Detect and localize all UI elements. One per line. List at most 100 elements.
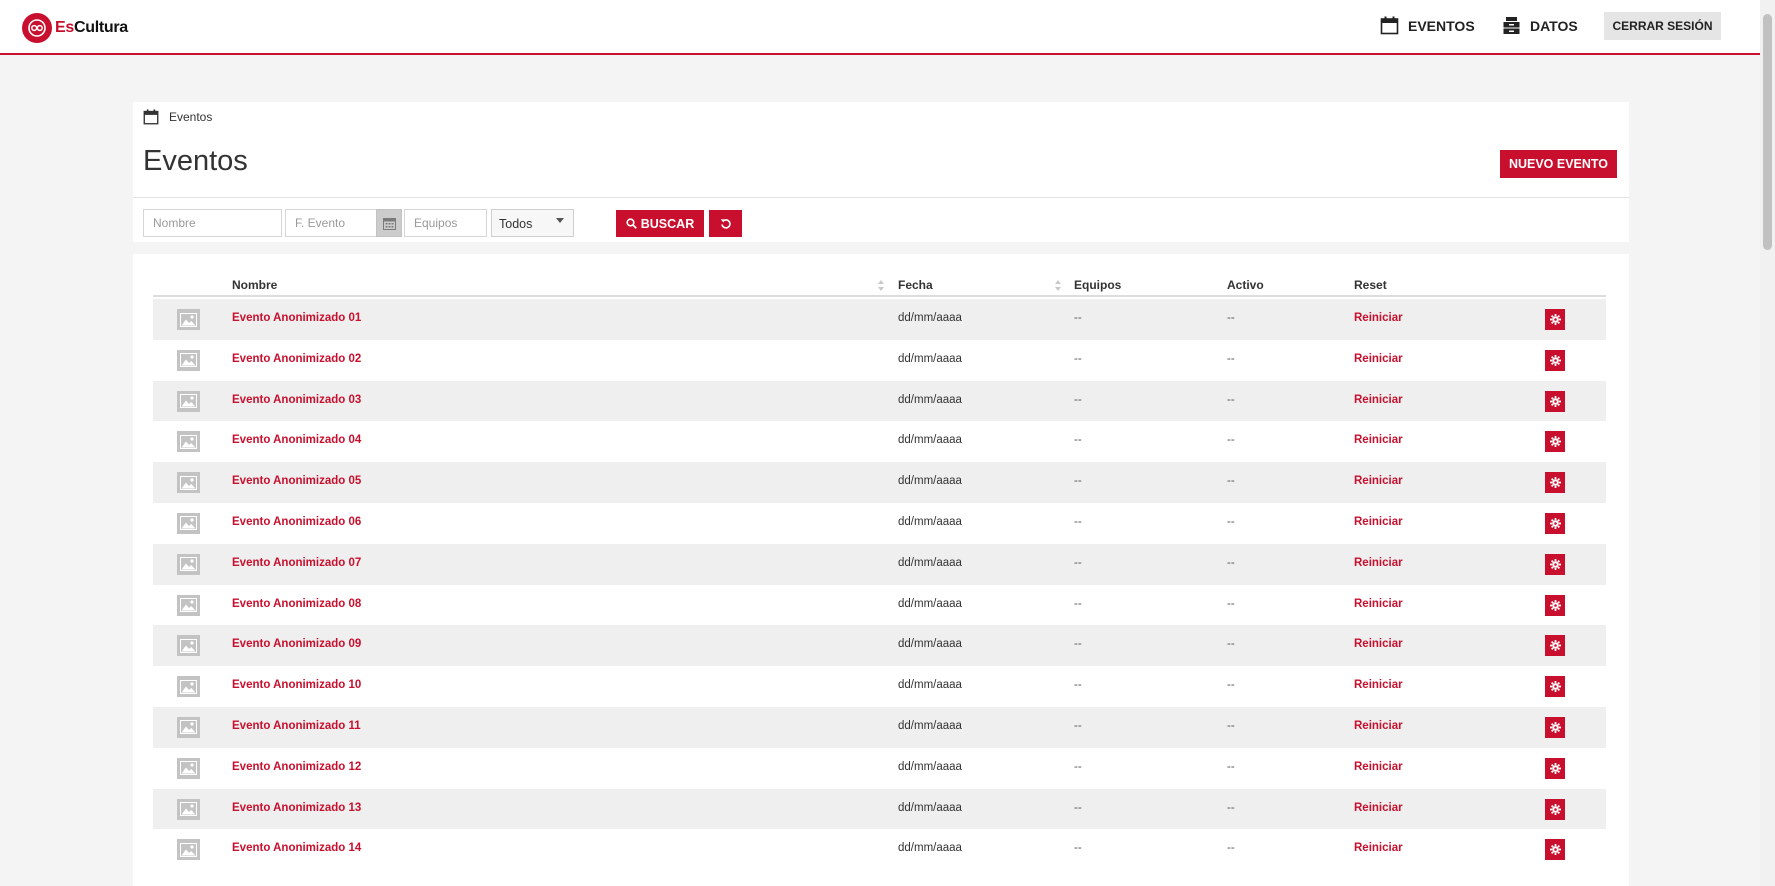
- status-select-value: Todos: [499, 217, 533, 231]
- page-scrollbar[interactable]: [1760, 0, 1775, 886]
- sort-icon[interactable]: [1055, 280, 1061, 294]
- event-name-link[interactable]: Evento Anonimizado 10: [232, 679, 361, 691]
- image-placeholder-icon: [177, 309, 200, 330]
- reset-event-link[interactable]: Reiniciar: [1354, 761, 1403, 773]
- calendar-icon: [382, 217, 396, 230]
- reset-event-link[interactable]: Reiniciar: [1354, 557, 1403, 569]
- logout-button[interactable]: CERRAR SESIÓN: [1604, 12, 1721, 40]
- image-placeholder-icon: [177, 757, 200, 779]
- teams-filter-input[interactable]: [404, 209, 487, 237]
- gear-icon: [1549, 681, 1561, 693]
- event-name-link[interactable]: Evento Anonimizado 13: [232, 802, 361, 814]
- settings-button[interactable]: [1545, 716, 1565, 738]
- nav-eventos[interactable]: EVENTOS: [1380, 16, 1475, 35]
- settings-button[interactable]: [1545, 757, 1565, 779]
- event-date: dd/mm/aaaa: [898, 719, 962, 732]
- settings-button[interactable]: [1545, 309, 1565, 330]
- status-select[interactable]: Todos: [491, 209, 574, 237]
- reset-event-link[interactable]: Reiniciar: [1354, 353, 1403, 365]
- settings-button[interactable]: [1545, 594, 1565, 616]
- event-name-link[interactable]: Evento Anonimizado 06: [232, 516, 361, 528]
- scrollbar-thumb[interactable]: [1763, 14, 1772, 250]
- settings-button[interactable]: [1545, 635, 1565, 657]
- event-name-link[interactable]: Evento Anonimizado 11: [232, 720, 361, 732]
- table-header: Nombre Fecha Equipos Activo Reset: [153, 272, 1606, 297]
- event-date: dd/mm/aaaa: [898, 679, 962, 692]
- calendar-icon: [1380, 16, 1399, 35]
- event-date: dd/mm/aaaa: [898, 393, 962, 406]
- event-name-link[interactable]: Evento Anonimizado 14: [232, 842, 361, 854]
- reset-event-link[interactable]: Reiniciar: [1354, 638, 1403, 650]
- table-row: Evento Anonimizado 10 dd/mm/aaaa -- -- Reini…: [153, 666, 1606, 707]
- reset-event-link[interactable]: Reiniciar: [1354, 598, 1403, 610]
- table-row: Evento Anonimizado 06 dd/mm/aaaa -- -- Reini…: [153, 502, 1606, 544]
- page-title: Eventos: [143, 145, 248, 177]
- event-name-link[interactable]: Evento Anonimizado 02: [232, 353, 361, 365]
- reset-event-link[interactable]: Reiniciar: [1354, 394, 1403, 406]
- reset-event-link[interactable]: Reiniciar: [1354, 516, 1403, 528]
- gear-icon: [1549, 477, 1561, 489]
- gear-icon: [1549, 558, 1561, 570]
- date-filter-input[interactable]: [285, 209, 377, 237]
- reset-filters-button[interactable]: [709, 210, 742, 237]
- event-name-link[interactable]: Evento Anonimizado 03: [232, 394, 361, 406]
- settings-button[interactable]: [1545, 390, 1565, 412]
- event-active: --: [1227, 312, 1235, 324]
- column-header-fecha[interactable]: Fecha: [898, 278, 933, 292]
- table-row: Evento Anonimizado 14 dd/mm/aaaa -- -- Reini…: [153, 829, 1606, 871]
- event-name-link[interactable]: Evento Anonimizado 08: [232, 598, 361, 610]
- image-placeholder-icon: [177, 431, 200, 453]
- reset-event-link[interactable]: Reiniciar: [1354, 720, 1403, 732]
- settings-button[interactable]: [1545, 839, 1565, 861]
- event-name-link[interactable]: Evento Anonimizado 09: [232, 638, 361, 650]
- datepicker-button[interactable]: [376, 209, 402, 237]
- event-name-link[interactable]: Evento Anonimizado 04: [232, 434, 361, 446]
- sort-icon[interactable]: [878, 280, 884, 294]
- event-teams: --: [1074, 597, 1082, 610]
- new-event-button[interactable]: NUEVO EVENTO: [1500, 150, 1617, 178]
- reset-event-link[interactable]: Reiniciar: [1354, 802, 1403, 814]
- reset-event-link[interactable]: Reiniciar: [1354, 434, 1403, 446]
- reset-event-link[interactable]: Reiniciar: [1354, 475, 1403, 487]
- column-header-nombre[interactable]: Nombre: [232, 278, 277, 292]
- event-active: --: [1227, 679, 1235, 692]
- settings-button[interactable]: [1545, 512, 1565, 534]
- nav-datos-label: DATOS: [1530, 17, 1578, 34]
- event-name-link[interactable]: Evento Anonimizado 01: [232, 312, 361, 324]
- gear-icon: [1549, 844, 1561, 856]
- gear-icon: [1549, 762, 1561, 774]
- reset-event-link[interactable]: Reiniciar: [1354, 679, 1403, 691]
- gear-icon: [1549, 599, 1561, 611]
- event-name-link[interactable]: Evento Anonimizado 05: [232, 475, 361, 487]
- search-button[interactable]: BUSCAR: [616, 210, 704, 237]
- image-placeholder-icon: [177, 676, 200, 698]
- settings-button[interactable]: [1545, 798, 1565, 820]
- gear-icon: [1549, 640, 1561, 652]
- gear-icon: [1549, 436, 1561, 448]
- event-name-link[interactable]: Evento Anonimizado 12: [232, 761, 361, 773]
- event-active: --: [1227, 515, 1235, 528]
- event-date: dd/mm/aaaa: [898, 801, 962, 814]
- app-logo[interactable]: EsCultura: [22, 13, 128, 43]
- settings-button[interactable]: [1545, 676, 1565, 698]
- breadcrumb-label[interactable]: Eventos: [169, 110, 212, 124]
- settings-button[interactable]: [1545, 349, 1565, 371]
- event-teams: --: [1074, 556, 1082, 569]
- event-teams: --: [1074, 312, 1082, 324]
- logo-text: EsCultura: [55, 19, 128, 36]
- event-active: --: [1227, 719, 1235, 732]
- reset-event-link[interactable]: Reiniciar: [1354, 842, 1403, 854]
- settings-button[interactable]: [1545, 472, 1565, 494]
- event-name-link[interactable]: Evento Anonimizado 07: [232, 557, 361, 569]
- image-placeholder-icon: [177, 839, 200, 861]
- event-date: dd/mm/aaaa: [898, 475, 962, 488]
- nav-datos[interactable]: DATOS: [1502, 16, 1578, 35]
- settings-button[interactable]: [1545, 553, 1565, 575]
- events-header-panel: Eventos Eventos NUEVO EVENTO Todos: [133, 102, 1629, 242]
- refresh-icon: [720, 218, 732, 230]
- name-filter-input[interactable]: [143, 209, 282, 237]
- reset-event-link[interactable]: Reiniciar: [1354, 312, 1403, 324]
- event-teams: --: [1074, 679, 1082, 692]
- settings-button[interactable]: [1545, 431, 1565, 453]
- image-placeholder-icon: [177, 635, 200, 657]
